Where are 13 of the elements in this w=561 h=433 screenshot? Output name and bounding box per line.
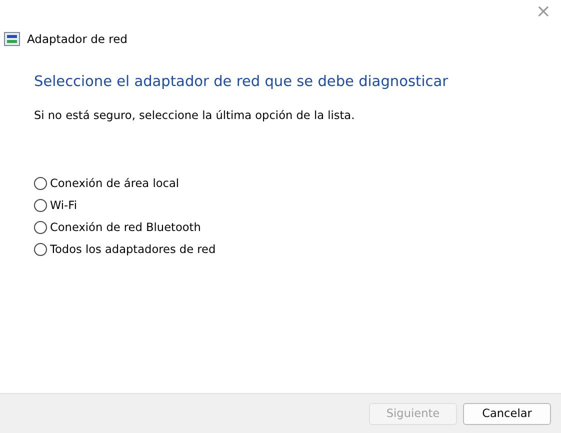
network-adapter-icon (4, 32, 20, 46)
option-label[interactable]: Conexión de área local (50, 177, 180, 190)
cancel-button[interactable]: Cancelar (463, 402, 551, 424)
option-label[interactable]: Conexión de red Bluetooth (50, 221, 201, 234)
instruction-text: Si no está seguro, seleccione la última opción de la lista. (34, 109, 356, 122)
radio-button[interactable] (34, 243, 47, 256)
dialog-heading: Seleccione el adaptador de red que se debe diagnosticar (34, 74, 450, 90)
radio-button[interactable] (34, 199, 47, 212)
radio-button[interactable] (34, 177, 47, 190)
radio-button[interactable] (34, 221, 47, 234)
option-label[interactable]: Wi-Fi (50, 199, 77, 212)
option-label[interactable]: Todos los adaptadores de red (50, 243, 216, 256)
window-title: Adaptador de red (27, 32, 128, 46)
